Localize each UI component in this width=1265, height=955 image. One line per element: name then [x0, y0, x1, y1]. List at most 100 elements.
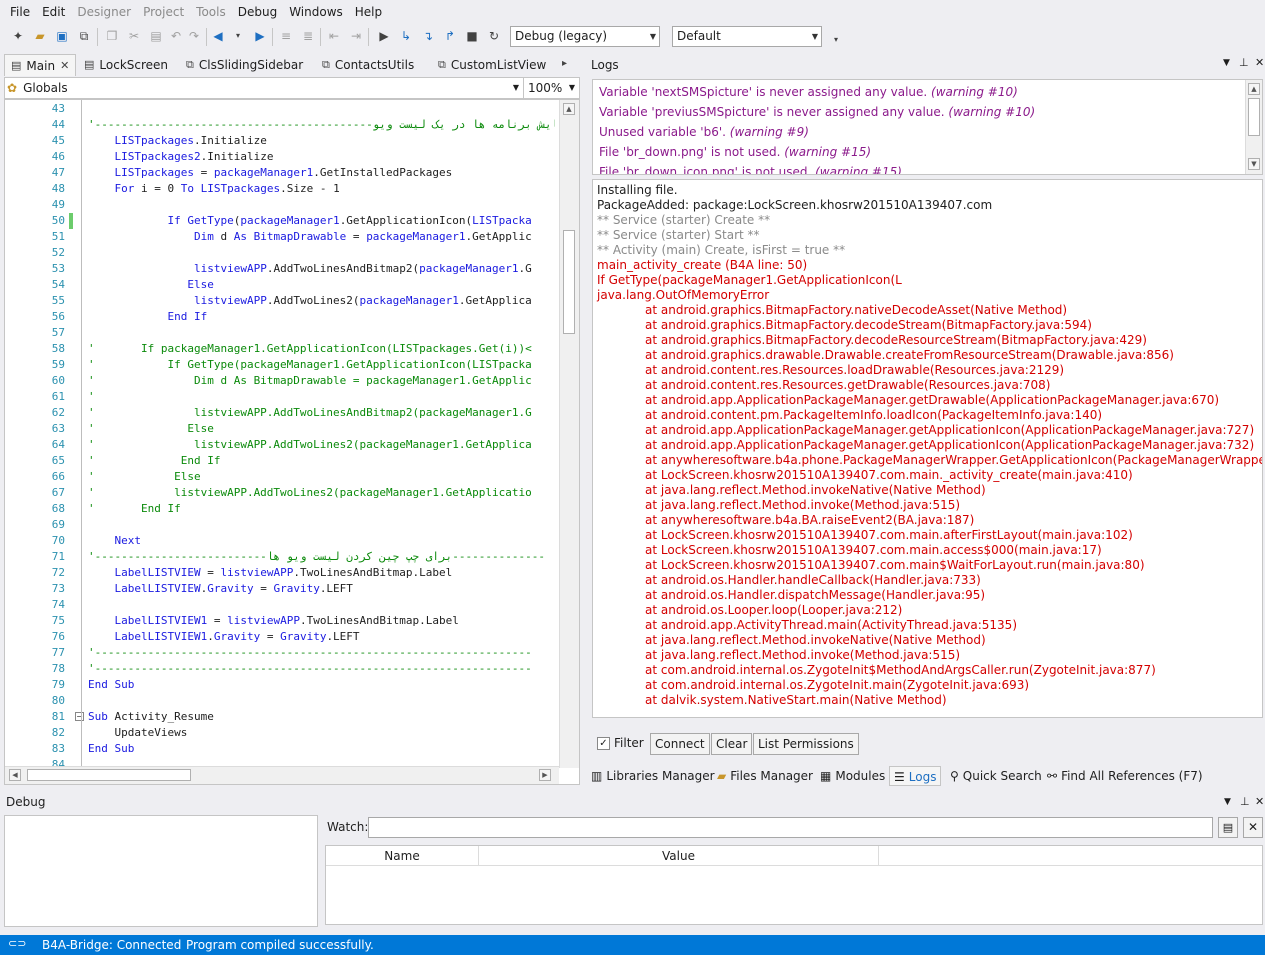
code-line[interactable]: '---------------------------------------… [88, 661, 532, 677]
watch-clear-button[interactable]: ✕ [1243, 817, 1263, 838]
code-line[interactable]: ' listviewAPP.AddTwoLines2(packageManage… [88, 485, 532, 501]
warning-item[interactable]: File 'br_down_icon.png' is not used. (wa… [599, 162, 902, 174]
code-line[interactable]: LISTpackages = packageManager1.GetInstal… [88, 165, 453, 181]
vertical-scrollbar[interactable]: ▲ [559, 100, 579, 768]
outdent-icon[interactable]: ⇤ [326, 28, 342, 44]
copy-icon[interactable]: ❐ [104, 28, 120, 44]
code-line[interactable]: LISTpackages2.Initialize [88, 149, 274, 165]
undo-icon[interactable]: ↶ [168, 28, 184, 44]
open-folder-icon[interactable]: ▰ [32, 28, 48, 44]
save-all-icon[interactable]: ⧉ [76, 28, 92, 44]
warnings-list[interactable]: Variable 'nextSMSpicture' is never assig… [592, 79, 1263, 175]
menu-windows[interactable]: Windows [283, 5, 349, 19]
navigate-back-icon[interactable]: ◀ [210, 28, 226, 44]
horizontal-scrollbar[interactable]: ◀ ▶ [5, 766, 559, 784]
code-line[interactable]: ' End If [88, 501, 181, 517]
pin-icon[interactable]: ⊥ [1240, 795, 1250, 808]
column-header-name[interactable]: Name [326, 846, 479, 866]
build-config-select[interactable]: Debug (legacy) ▼ [510, 26, 660, 47]
cut-icon[interactable]: ✂ [126, 28, 142, 44]
connect-button[interactable]: Connect [650, 733, 710, 755]
panel-menu-icon[interactable]: ▼ [1224, 797, 1231, 807]
navigate-forward-icon[interactable]: ▶ [252, 28, 268, 44]
column-header-value[interactable]: Value [479, 846, 879, 866]
clear-button[interactable]: Clear [711, 733, 753, 755]
code-line[interactable]: LabelLISTVIEW = listviewAPP.TwoLinesAndB… [88, 565, 453, 581]
code-area[interactable]: '-------------------------- -------------… [81, 100, 555, 768]
scroll-up-icon[interactable]: ▲ [563, 103, 575, 115]
code-line[interactable]: Dim d As BitmapDrawable = packageManager… [88, 229, 532, 245]
scroll-thumb[interactable] [27, 769, 191, 781]
panel-menu-icon[interactable]: ▼ [1223, 58, 1230, 68]
indent-icon[interactable]: ⇥ [348, 28, 364, 44]
code-line[interactable]: listviewAPP.AddTwoLines2(packageManager1… [88, 293, 532, 309]
tabs-overflow-icon[interactable]: ▸ [562, 58, 567, 69]
scroll-thumb[interactable] [1248, 98, 1260, 136]
code-line[interactable]: Next [88, 533, 142, 549]
watch-grid[interactable]: Name Value [325, 845, 1263, 925]
menu-designer[interactable]: Designer [71, 5, 137, 19]
toolbar-overflow-icon[interactable]: ▾ [828, 32, 844, 48]
tab-quick-search[interactable]: ⚲ Quick Search [950, 766, 1042, 786]
code-line[interactable]: listviewAPP.AddTwoLinesAndBitmap2(packag… [88, 261, 532, 277]
scroll-thumb[interactable] [563, 230, 575, 334]
code-line[interactable]: Else [88, 277, 214, 293]
code-line[interactable]: ' If packageManager1.GetApplicationIcon(… [88, 341, 532, 357]
code-line[interactable]: UpdateViews [88, 725, 187, 741]
code-line[interactable]: End If [88, 309, 207, 325]
filter-checkbox[interactable]: ✓ [597, 737, 610, 750]
code-line[interactable]: ' Dim d As BitmapDrawable = packageManag… [88, 373, 532, 389]
tab-modules[interactable]: ▦ Modules [820, 766, 885, 786]
zoom-select[interactable]: 100% ▼ [523, 78, 579, 98]
tab-files-manager[interactable]: ▰ Files Manager [717, 766, 813, 786]
pin-icon[interactable]: ⊥ [1239, 56, 1249, 69]
code-line[interactable]: LabelLISTVIEW1 = listviewAPP.TwoLinesAnd… [88, 613, 459, 629]
code-line[interactable]: For i = 0 To LISTpackages.Size - 1 [88, 181, 340, 197]
watch-clipboard-button[interactable]: ▤ [1218, 817, 1238, 838]
scope-select[interactable]: ✿ Globals ▼ [7, 78, 523, 98]
code-line[interactable]: ' Else [88, 469, 201, 485]
stop-icon[interactable]: ■ [464, 28, 480, 44]
new-file-icon[interactable]: ✦ [10, 28, 26, 44]
paste-icon[interactable]: ▤ [148, 28, 164, 44]
tab-lockscreen[interactable]: ▤ LockScreen [78, 54, 174, 76]
code-line[interactable]: '--------------------------برای چپ چین ک… [88, 549, 545, 565]
tab-clsslidingsidebar[interactable]: ⧉ ClsSlidingSidebar [180, 54, 309, 76]
run-icon[interactable]: ▶ [376, 28, 392, 44]
menu-project[interactable]: Project [137, 5, 190, 19]
log-output[interactable]: Installing file. PackageAdded: package:Lo… [592, 179, 1263, 718]
scroll-right-icon[interactable]: ▶ [539, 769, 551, 781]
step-over-icon[interactable]: ↴ [420, 28, 436, 44]
tab-find-all-references[interactable]: ⚯ Find All References (F7) [1047, 766, 1203, 786]
device-select[interactable]: Default ▼ [672, 26, 822, 47]
menu-edit[interactable]: Edit [36, 5, 71, 19]
code-line[interactable]: Sub Activity_Resume [88, 709, 214, 725]
menu-tools[interactable]: Tools [190, 5, 232, 19]
code-line[interactable]: ' [88, 389, 95, 405]
code-line[interactable]: If GetType(packageManager1.GetApplicatio… [88, 213, 531, 229]
menu-file[interactable]: File [4, 5, 36, 19]
code-line[interactable]: ' Else [88, 421, 214, 437]
scroll-up-icon[interactable]: ▲ [1248, 83, 1260, 95]
comment-block-icon[interactable]: ≡ [278, 28, 294, 44]
scroll-down-icon[interactable]: ▼ [1248, 158, 1260, 170]
warning-item[interactable]: Variable 'previusSMSpicture' is never as… [599, 102, 1035, 122]
code-line[interactable]: LISTpackages.Initialize [88, 133, 267, 149]
menu-help[interactable]: Help [349, 5, 388, 19]
redo-icon[interactable]: ↷ [186, 28, 202, 44]
close-icon[interactable]: ✕ [1255, 56, 1264, 69]
code-line[interactable]: '---------------------------------------… [88, 117, 555, 133]
save-icon[interactable]: ▣ [54, 28, 70, 44]
close-icon[interactable]: ✕ [60, 55, 69, 77]
tab-contactsutils[interactable]: ⧉ ContactsUtils [316, 54, 420, 76]
code-line[interactable]: ' listviewAPP.AddTwoLinesAndBitmap2(pack… [88, 405, 532, 421]
tab-customlistview[interactable]: ⧉ CustomListView [432, 54, 552, 76]
code-line[interactable]: End Sub [88, 741, 134, 757]
watch-input[interactable] [368, 817, 1213, 838]
tab-main[interactable]: ▤ Main ✕ [4, 54, 77, 77]
code-line[interactable]: End Sub [88, 677, 134, 693]
code-line[interactable]: '---------------------------------------… [88, 645, 532, 661]
tab-logs[interactable]: ☰ Logs [889, 766, 942, 786]
menu-debug[interactable]: Debug [232, 5, 283, 19]
warning-item[interactable]: Variable 'nextSMSpicture' is never assig… [599, 82, 1018, 102]
